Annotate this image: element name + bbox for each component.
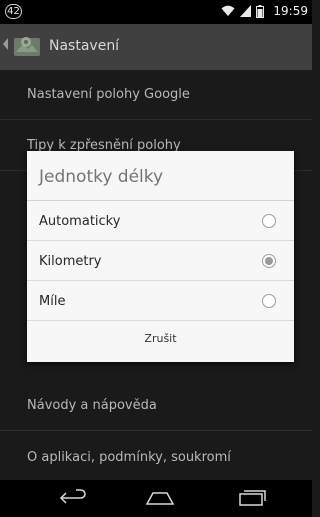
length-units-dialog: Jednotky délky Automaticky Kilometry Míl… bbox=[27, 151, 294, 362]
radio-dot-icon bbox=[265, 257, 273, 265]
option-label: Automaticky bbox=[39, 214, 121, 229]
radio-button-selected[interactable] bbox=[262, 254, 276, 268]
option-miles[interactable]: Míle bbox=[27, 282, 294, 321]
navigation-bar bbox=[0, 480, 312, 517]
radio-button-unselected[interactable] bbox=[262, 294, 276, 308]
recent-apps-icon[interactable] bbox=[236, 489, 268, 507]
home-icon[interactable] bbox=[144, 489, 176, 507]
option-kilometers[interactable]: Kilometry bbox=[27, 242, 294, 281]
cancel-button[interactable]: Zrušit bbox=[27, 319, 294, 359]
back-icon[interactable] bbox=[58, 489, 88, 507]
option-label: Míle bbox=[39, 294, 66, 309]
option-label: Kilometry bbox=[39, 254, 102, 269]
option-automatic[interactable]: Automaticky bbox=[27, 202, 294, 241]
radio-button-unselected[interactable] bbox=[262, 214, 276, 228]
dialog-title: Jednotky délky bbox=[27, 151, 294, 201]
